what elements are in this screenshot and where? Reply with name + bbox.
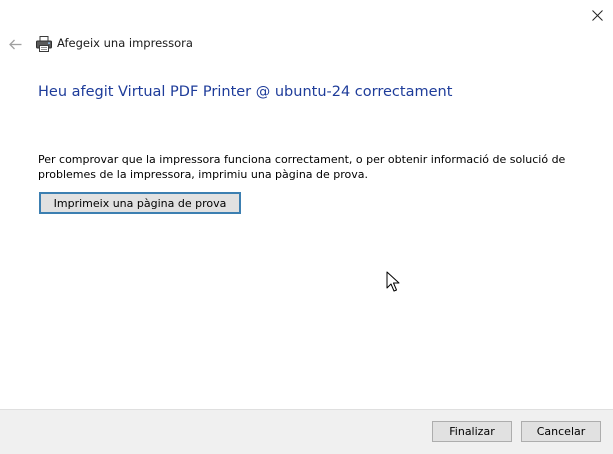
back-arrow-icon (8, 39, 21, 49)
finish-button[interactable]: Finalizar (432, 421, 512, 442)
header-title: Afegeix una impressora (57, 36, 193, 50)
close-icon (591, 9, 603, 21)
footer-bar: Finalizar Cancelar (0, 409, 613, 454)
description-text: Per comprovar que la impressora funciona… (38, 153, 566, 181)
close-button[interactable] (584, 2, 610, 28)
back-button[interactable] (5, 34, 25, 54)
add-printer-dialog: Afegeix una impressora Heu afegit Virtua… (0, 0, 613, 454)
page-title: Heu afegit Virtual PDF Printer @ ubuntu-… (38, 84, 453, 100)
print-test-page-button[interactable]: Imprimeix una pàgina de prova (39, 192, 241, 214)
printer-icon (36, 36, 52, 52)
mouse-cursor-icon (386, 271, 400, 292)
cancel-button[interactable]: Cancelar (521, 421, 601, 442)
